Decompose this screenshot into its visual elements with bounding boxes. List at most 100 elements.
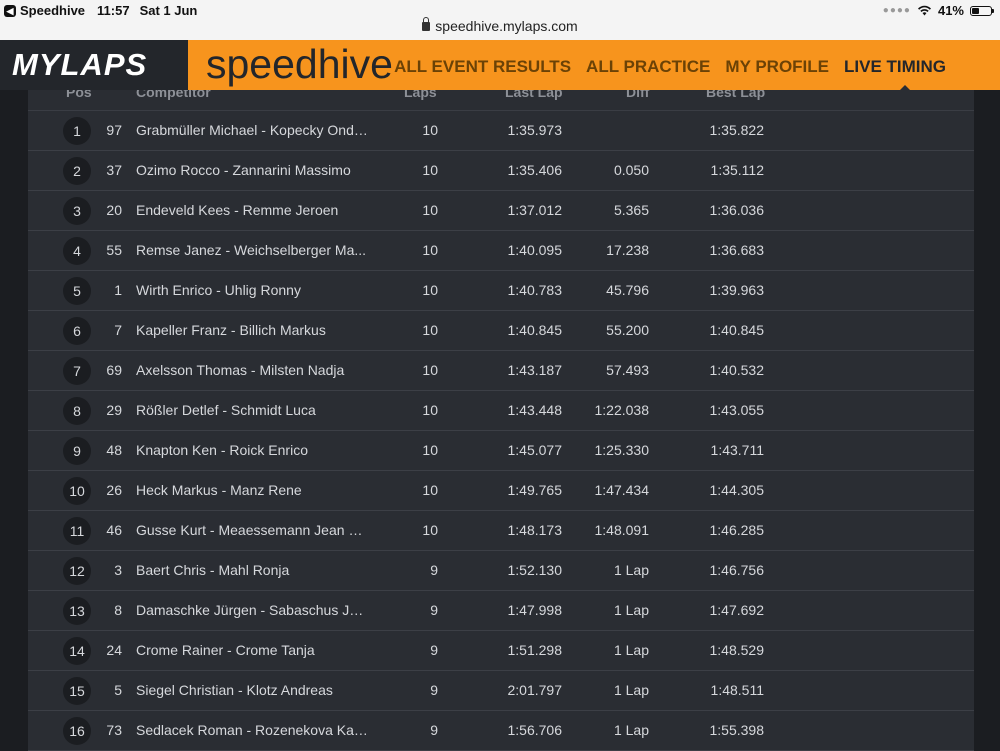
competitor-name[interactable]: Wirth Enrico - Uhlig Ronny: [136, 282, 368, 298]
position-badge: 11: [63, 517, 91, 545]
competitor-name[interactable]: Crome Rainer - Crome Tanja: [136, 642, 368, 658]
car-number: 8: [114, 602, 122, 618]
gap-diff: 55.200: [606, 322, 649, 338]
table-row[interactable]: 7 69 Axelsson Thomas - Milsten Nadja 10 1:43…: [28, 351, 974, 391]
competitor-name[interactable]: Sedlacek Roman - Rozenekova Kat...: [136, 722, 368, 738]
best-lap-time: 1:36.683: [709, 242, 765, 258]
last-lap-time: 1:51.298: [507, 642, 563, 658]
competitor-name[interactable]: Ozimo Rocco - Zannarini Massimo: [136, 162, 368, 178]
competitor-name[interactable]: Gusse Kurt - Meaessemann Jean Pi...: [136, 522, 368, 538]
competitor-name[interactable]: Kapeller Franz - Billich Markus: [136, 322, 368, 338]
battery-icon: [970, 5, 994, 16]
competitor-name[interactable]: Heck Markus - Manz Rene: [136, 482, 368, 498]
col-pos[interactable]: Pos: [66, 90, 92, 100]
col-competitor[interactable]: Competitor: [136, 90, 211, 100]
last-lap-time: 1:40.783: [507, 282, 563, 298]
col-diff[interactable]: Diff: [626, 90, 649, 100]
table-row[interactable]: 14 24 Crome Rainer - Crome Tanja 9 1:51.298 1…: [28, 631, 974, 671]
best-lap-time: 1:43.711: [710, 442, 764, 458]
table-row[interactable]: 4 55 Remse Janez - Weichselberger Ma... 10 1…: [28, 231, 974, 271]
status-left: ◀ Speedhive 11:57 Sat 1 Jun: [4, 3, 197, 18]
position-badge: 15: [63, 677, 91, 705]
lap-count: 10: [422, 122, 438, 138]
status-date: Sat 1 Jun: [139, 3, 198, 18]
car-number: 5: [114, 682, 122, 698]
lap-count: 10: [422, 402, 438, 418]
car-number: 26: [106, 482, 122, 498]
best-lap-time: 1:47.692: [709, 602, 765, 618]
nav-all-practice[interactable]: ALL PRACTICE: [586, 57, 710, 77]
url-text[interactable]: speedhive.mylaps.com: [435, 18, 577, 34]
best-lap-time: 1:55.398: [709, 722, 765, 738]
table-row[interactable]: 1 97 Grabmüller Michael - Kopecky Ondrej 10…: [28, 111, 974, 151]
competitor-name[interactable]: Siegel Christian - Klotz Andreas: [136, 682, 368, 698]
back-to-app-icon[interactable]: ◀: [4, 4, 16, 17]
gap-diff: 1 Lap: [613, 562, 649, 578]
competitor-name[interactable]: Axelsson Thomas - Milsten Nadja: [136, 362, 368, 378]
position-badge: 14: [63, 637, 91, 665]
brand-box[interactable]: MYLAPS: [0, 40, 188, 90]
gap-diff: 1 Lap: [613, 642, 649, 658]
speedhive-logo[interactable]: speedhive: [206, 41, 393, 88]
table-row[interactable]: 9 48 Knapton Ken - Roick Enrico 10 1:45.077 1…: [28, 431, 974, 471]
table-row[interactable]: 11 46 Gusse Kurt - Meaessemann Jean Pi... 1…: [28, 511, 974, 551]
back-app-label[interactable]: Speedhive: [20, 3, 85, 18]
battery-level: [972, 7, 979, 14]
last-lap-time: 1:47.998: [507, 602, 563, 618]
nav-live-timing[interactable]: LIVE TIMING: [844, 57, 946, 77]
table-row[interactable]: 8 29 Rößler Detlef - Schmidt Luca 10 1:43.44…: [28, 391, 974, 431]
table-row[interactable]: 6 7 Kapeller Franz - Billich Markus 10 1:40.…: [28, 311, 974, 351]
table-row[interactable]: 3 20 Endeveld Kees - Remme Jeroen 10 1:37.01…: [28, 191, 974, 231]
table-row[interactable]: 13 8 Damaschke Jürgen - Sabaschus Jü... 9 1:…: [28, 591, 974, 631]
table-row[interactable]: 2 37 Ozimo Rocco - Zannarini Massimo 10 1:35…: [28, 151, 974, 191]
competitor-name[interactable]: Rößler Detlef - Schmidt Luca: [136, 402, 368, 418]
nav-my-profile[interactable]: MY PROFILE: [725, 57, 829, 77]
last-lap-time: 1:45.077: [507, 442, 563, 458]
best-lap-time: 1:46.756: [709, 562, 765, 578]
last-lap-time: 1:48.173: [507, 522, 563, 538]
position-badge: 4: [63, 237, 91, 265]
table-header: Pos Competitor Laps Last Lap Diff Best L…: [28, 90, 974, 111]
mylaps-logo[interactable]: MYLAPS: [12, 47, 147, 83]
competitor-name[interactable]: Remse Janez - Weichselberger Ma...: [136, 242, 368, 258]
car-number: 69: [106, 362, 122, 378]
competitor-name[interactable]: Grabmüller Michael - Kopecky Ondrej: [136, 122, 368, 138]
gap-diff: 1:48.091: [594, 522, 650, 538]
gap-diff: 45.796: [606, 282, 649, 298]
status-right: ●●●● 41%: [883, 3, 994, 18]
car-number: 37: [106, 162, 122, 178]
best-lap-time: 1:39.963: [709, 282, 765, 298]
multitask-dots-icon[interactable]: ●●●●: [883, 5, 911, 16]
gap-diff: 0.050: [613, 162, 649, 178]
nav-all-event-results[interactable]: ALL EVENT RESULTS: [394, 57, 571, 77]
position-badge: 2: [63, 157, 91, 185]
main-nav: ALL EVENT RESULTS ALL PRACTICE MY PROFIL…: [394, 57, 946, 77]
car-number: 97: [106, 122, 122, 138]
position-badge: 3: [63, 197, 91, 225]
gap-diff: 57.493: [606, 362, 649, 378]
last-lap-time: 1:35.973: [507, 122, 563, 138]
competitor-name[interactable]: Endeveld Kees - Remme Jeroen: [136, 202, 368, 218]
position-badge: 1: [63, 117, 91, 145]
status-time: 11:57: [97, 3, 130, 18]
last-lap-time: 1:37.012: [507, 202, 563, 218]
col-laps[interactable]: Laps: [404, 90, 437, 100]
table-row[interactable]: 10 26 Heck Markus - Manz Rene 10 1:49.765 1:4…: [28, 471, 974, 511]
table-row[interactable]: 16 73 Sedlacek Roman - Rozenekova Kat... 9 1…: [28, 711, 974, 751]
col-best-lap[interactable]: Best Lap: [706, 90, 765, 100]
lap-count: 10: [422, 162, 438, 178]
lap-count: 9: [430, 722, 438, 738]
url-bar[interactable]: speedhive.mylaps.com: [0, 17, 1000, 34]
car-number: 7: [114, 322, 122, 338]
table-row[interactable]: 12 3 Baert Chris - Mahl Ronja 9 1:52.130 1 La…: [28, 551, 974, 591]
competitor-name[interactable]: Damaschke Jürgen - Sabaschus Jü...: [136, 602, 368, 618]
position-badge: 5: [63, 277, 91, 305]
car-number: 29: [106, 402, 122, 418]
table-row[interactable]: 15 5 Siegel Christian - Klotz Andreas 9 2:01…: [28, 671, 974, 711]
table-row[interactable]: 5 1 Wirth Enrico - Uhlig Ronny 10 1:40.783 45…: [28, 271, 974, 311]
col-last-lap[interactable]: Last Lap: [505, 90, 563, 100]
last-lap-time: 1:49.765: [507, 482, 563, 498]
competitor-name[interactable]: Baert Chris - Mahl Ronja: [136, 562, 368, 578]
competitor-name[interactable]: Knapton Ken - Roick Enrico: [136, 442, 368, 458]
gap-diff: 1 Lap: [613, 682, 649, 698]
